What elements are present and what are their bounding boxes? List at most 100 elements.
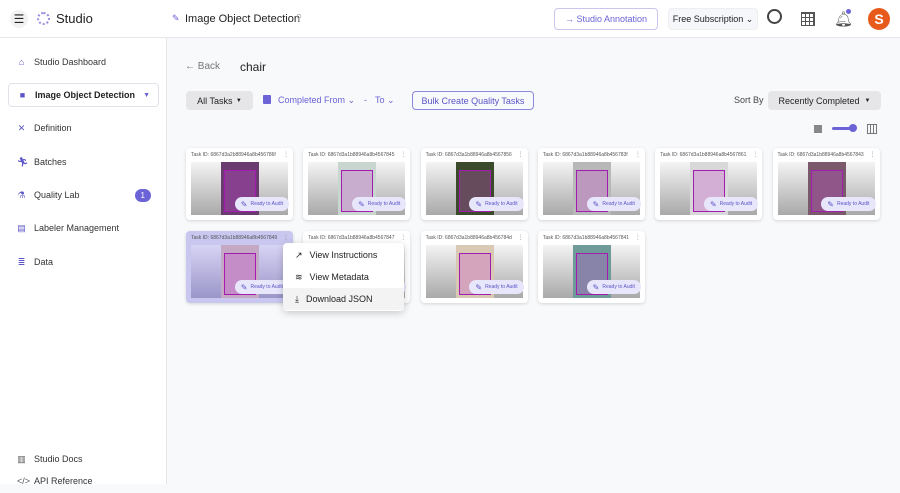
- code-icon: </>: [17, 475, 31, 486]
- edit-icon: ✎: [709, 199, 717, 209]
- more-options-icon[interactable]: ⋮: [518, 234, 524, 241]
- sidebar-item-studio-docs[interactable]: ▥ Studio Docs: [8, 447, 159, 471]
- quality-lab-count-badge: 1: [134, 188, 151, 202]
- task-card[interactable]: Task ID: 6867d3a1b88946a8b4567856 ⋮ ✎ Rea…: [420, 148, 528, 220]
- small-view-icon[interactable]: [814, 125, 822, 133]
- caret-down-icon: ▼: [232, 97, 242, 104]
- more-options-icon[interactable]: ⋮: [635, 234, 641, 241]
- arrow-right-icon: →: [564, 14, 577, 24]
- task-id: Task ID: 6867d3a1b88946a8b4567856: [425, 152, 512, 158]
- folder-icon: ■: [19, 89, 26, 100]
- task-card[interactable]: Task ID: 6867d3a1b88946a8b4567843 ⋮ ✎ Rea…: [772, 148, 880, 220]
- completed-from-label: Completed From: [278, 95, 346, 105]
- sidebar-item-image-object-detection[interactable]: ■ Image Object Detection ▼: [8, 83, 159, 107]
- task-card[interactable]: Task ID: 6867d3a1b88946a8b4567845 ⋮ ✎ Rea…: [303, 148, 411, 220]
- status-label: Ready to Audit: [602, 201, 635, 207]
- layers-icon: ≋: [295, 271, 303, 282]
- status-badge[interactable]: ✎Ready to Audit: [469, 197, 524, 211]
- sidebar-item-definition[interactable]: ✕ Definition: [8, 116, 159, 140]
- task-card[interactable]: Task ID: 6867d3a1b88946a8b4567861 ⋮ ✎ Rea…: [655, 148, 763, 220]
- sort-value: Recently Completed: [778, 95, 860, 106]
- view-instructions-menu-item[interactable]: ↗ View Instructions: [283, 244, 404, 266]
- grid-view-icon[interactable]: [867, 124, 877, 134]
- flask-icon: ⚗: [17, 189, 26, 200]
- id-card-icon: ▤: [17, 222, 26, 233]
- sidebar-item-quality-lab[interactable]: ⚗ Quality Lab 1: [8, 183, 159, 207]
- sidebar-item-label: Image Object Detection: [35, 90, 136, 100]
- menu-item-label: View Instructions: [309, 250, 378, 260]
- sidebar-item-batches[interactable]: 🏃︎ Batches: [8, 150, 159, 174]
- edit-icon: ✎: [358, 199, 365, 209]
- sidebar-item-studio-dashboard[interactable]: ⌂ Studio Dashboard: [8, 50, 159, 74]
- back-button[interactable]: ← Back: [185, 61, 220, 72]
- more-options-icon[interactable]: ⋮: [518, 151, 524, 158]
- sidebar-item-data[interactable]: ≣ Data: [8, 250, 159, 274]
- download-json-menu-item[interactable]: ⤓ Download JSON: [283, 288, 404, 310]
- task-id: Task ID: 6867d3a1b88946a8b456784d: [425, 235, 512, 241]
- more-options-icon[interactable]: ⋮: [283, 234, 289, 241]
- chevron-down-icon: ⌄: [743, 13, 754, 24]
- edit-icon: ✎: [827, 199, 834, 209]
- to-dropdown[interactable]: To ⌄: [375, 95, 395, 106]
- arrow-left-icon: ←: [185, 61, 198, 72]
- status-badge[interactable]: ✎Ready to Audit: [469, 280, 524, 294]
- bulk-create-quality-tasks-button[interactable]: Bulk Create Quality Tasks: [412, 91, 534, 110]
- sidebar-item-label: Batches: [34, 157, 67, 167]
- status-label: Ready to Audit: [367, 201, 401, 207]
- more-options-icon[interactable]: ⋮: [870, 151, 876, 158]
- more-options-icon[interactable]: ⋮: [400, 234, 406, 241]
- sidebar-item-label: Definition: [34, 123, 72, 133]
- task-card[interactable]: Task ID: 6867d3a1b88946a8b4567841 ⋮ ✎ Rea…: [537, 231, 645, 303]
- user-avatar[interactable]: S: [868, 8, 890, 30]
- apps-grid-icon[interactable]: [801, 12, 815, 26]
- sort-dropdown[interactable]: Recently Completed ▼: [768, 91, 881, 110]
- status-badge[interactable]: ✎Ready to Audit: [352, 197, 407, 211]
- task-card[interactable]: Task ID: 6867d3a1b88946a8b456784d ⋮ ✎ Rea…: [420, 231, 528, 303]
- task-card[interactable]: Task ID: 6867d3a1b88946a8b4567849 ⋮ ✎ Rea…: [186, 231, 293, 303]
- edit-icon[interactable]: ✎: [172, 13, 180, 24]
- status-label: Ready to Audit: [485, 284, 518, 290]
- status-badge[interactable]: ✎Ready to Audit: [586, 197, 641, 211]
- more-options-icon[interactable]: ⋮: [635, 151, 641, 158]
- status-badge[interactable]: ✎Ready to Audit: [703, 197, 759, 211]
- status-label: Ready to Audit: [485, 201, 518, 207]
- all-tasks-dropdown[interactable]: All Tasks ▼: [186, 91, 253, 110]
- project-title[interactable]: Image Object Detection: [185, 13, 300, 25]
- studio-annotation-button[interactable]: → Studio Annotation: [554, 8, 658, 30]
- search-icon[interactable]: [767, 9, 782, 24]
- status-badge[interactable]: ✎Ready to Audit: [234, 280, 289, 294]
- status-label: Ready to Audit: [602, 284, 635, 290]
- database-icon: ≣: [17, 256, 26, 267]
- top-bar: ☰ Studio ✎ Image Object Detection ⚲ → St…: [0, 0, 900, 38]
- sidebar-item-label: Quality Lab: [34, 190, 80, 200]
- completed-from-dropdown[interactable]: Completed From ⌄: [278, 95, 355, 106]
- download-icon: ⤓: [295, 293, 299, 304]
- task-id: Task ID: 6867d3a1b88946a8b4567841: [542, 235, 630, 241]
- subscription-dropdown[interactable]: Free Subscription ⌄: [668, 8, 758, 30]
- status-badge[interactable]: ✎Ready to Audit: [234, 197, 289, 211]
- more-options-icon[interactable]: ⋮: [283, 151, 289, 158]
- status-badge[interactable]: ✎Ready to Audit: [586, 280, 641, 294]
- slider-thumb[interactable]: [849, 124, 857, 132]
- more-options-icon[interactable]: ⋮: [752, 151, 758, 158]
- view-metadata-menu-item[interactable]: ≋ View Metadata: [283, 266, 404, 288]
- home-icon: ⌂: [18, 56, 25, 67]
- app-name[interactable]: Studio: [56, 11, 93, 26]
- task-card[interactable]: Task ID: 6867d3a2b88946a8b456786f ⋮ ✎ Rea…: [186, 148, 293, 220]
- edit-icon: ✎: [592, 199, 600, 209]
- task-id: Task ID: 6867d3a1b88946a8b4567861: [660, 152, 747, 158]
- caret-down-icon: ▼: [143, 91, 150, 99]
- menu-icon[interactable]: ☰: [10, 10, 28, 28]
- more-options-icon[interactable]: ⋮: [400, 151, 406, 158]
- sidebar-item-labeler-management[interactable]: ▤ Labeler Management: [8, 216, 159, 240]
- status-label: Ready to Audit: [719, 201, 753, 207]
- all-tasks-label: All Tasks: [197, 95, 233, 106]
- task-id: Task ID: 6867d3a1b88946a8b4567845: [308, 152, 395, 158]
- status-badge[interactable]: ✎Ready to Audit: [821, 197, 876, 211]
- external-link-icon: ↗: [295, 249, 303, 260]
- sidebar: ⌂ Studio Dashboard ■ Image Object Detectio…: [0, 38, 167, 486]
- task-card[interactable]: Task ID: 6867d3a1b88946a8b456783f ⋮ ✎ Rea…: [537, 148, 645, 220]
- sidebar-item-api-reference[interactable]: </> API Reference: [8, 469, 159, 493]
- caret-down-icon: ▼: [859, 97, 871, 104]
- pin-icon[interactable]: ⚲: [296, 13, 302, 22]
